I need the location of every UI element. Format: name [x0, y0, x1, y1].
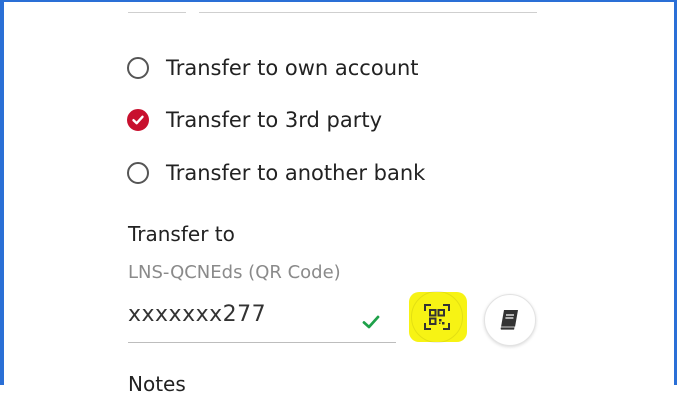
- valid-check-icon: [362, 315, 380, 329]
- address-book-button[interactable]: [484, 294, 536, 346]
- check-icon: [132, 115, 144, 125]
- radio-label: Transfer to own account: [166, 56, 419, 80]
- transfer-to-value: xxxxxxx277: [128, 302, 267, 327]
- transfer-to-helper: LNS-QCNEds (QR Code): [128, 262, 341, 283]
- radio-button[interactable]: [127, 57, 149, 79]
- radio-label: Transfer to 3rd party: [166, 108, 382, 132]
- radio-another-bank[interactable]: Transfer to another bank: [127, 159, 425, 187]
- previous-field-right[interactable]: [199, 0, 537, 13]
- qr-scan-button[interactable]: [411, 291, 463, 343]
- notes-label: Notes: [128, 372, 186, 396]
- radio-own-account[interactable]: Transfer to own account: [127, 54, 419, 82]
- radio-third-party[interactable]: Transfer to 3rd party: [127, 106, 382, 134]
- radio-button-checked[interactable]: [127, 109, 149, 131]
- address-book-icon: [499, 310, 518, 331]
- qr-scan-icon: [424, 304, 450, 330]
- transfer-to-label: Transfer to: [128, 222, 235, 246]
- transfer-to-input[interactable]: xxxxxxx277: [128, 300, 396, 343]
- radio-button[interactable]: [127, 162, 149, 184]
- radio-label: Transfer to another bank: [166, 161, 426, 185]
- previous-field-left[interactable]: [128, 0, 186, 13]
